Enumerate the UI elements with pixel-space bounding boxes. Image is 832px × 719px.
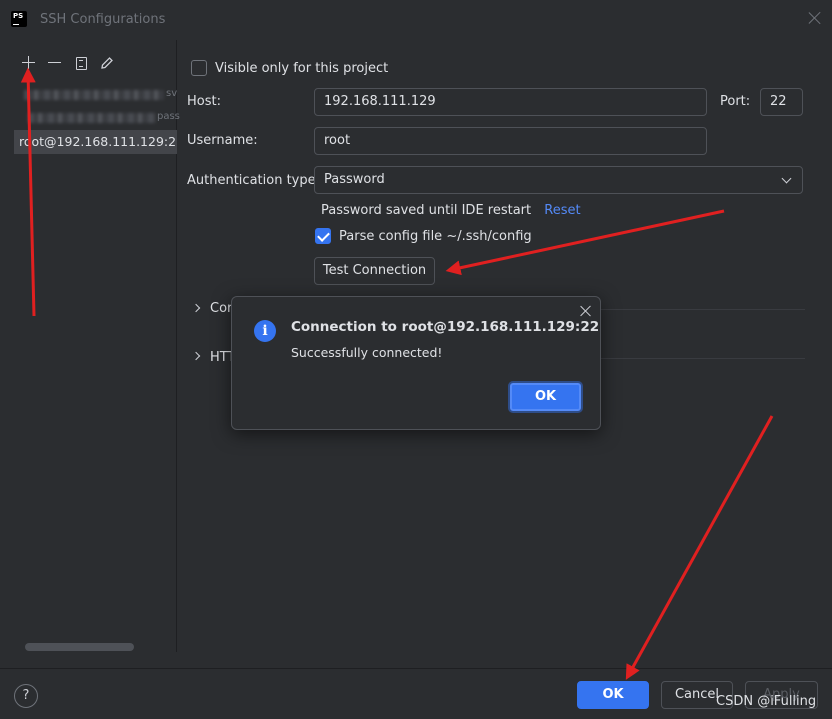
list-item-suffix: sv	[166, 88, 178, 99]
host-input[interactable]: 192.168.111.129	[314, 88, 707, 116]
help-icon[interactable]: ?	[14, 684, 38, 708]
section-separator	[601, 358, 805, 359]
dialog-footer: ? OK Cancel Apply	[0, 668, 832, 719]
chevron-right-icon[interactable]	[191, 351, 201, 361]
port-label: Port:	[720, 94, 751, 109]
blurred-list-item[interactable]	[24, 90, 164, 100]
host-label: Host:	[187, 94, 221, 109]
minus-icon[interactable]	[44, 54, 70, 72]
port-input[interactable]: 22	[760, 88, 803, 116]
username-input[interactable]: root	[314, 127, 707, 155]
window-title: SSH Configurations	[40, 12, 166, 27]
horizontal-scrollbar[interactable]	[25, 643, 134, 651]
list-item-label: root@192.168.111.129:22	[19, 134, 177, 149]
section-separator	[601, 309, 805, 310]
chevron-right-icon[interactable]	[191, 303, 201, 313]
auth-type-select[interactable]: Password	[314, 166, 803, 194]
visible-only-checkbox[interactable]	[191, 60, 207, 76]
password-saved-text: Password saved until IDE restart Reset	[321, 203, 581, 218]
auth-type-label: Authentication type:	[187, 173, 320, 188]
parse-config-label: Parse config file ~/.ssh/config	[339, 229, 532, 244]
blurred-list-item[interactable]	[28, 113, 156, 123]
title-bar: PS SSH Configurations	[0, 0, 832, 40]
parse-config-checkbox[interactable]	[315, 228, 331, 244]
plus-icon[interactable]	[18, 54, 44, 72]
test-connection-button[interactable]: Test Connection	[314, 257, 435, 285]
connection-result-dialog: i Connection to root@192.168.111.129:22 …	[231, 296, 601, 430]
reset-link[interactable]: Reset	[544, 203, 580, 218]
ok-button[interactable]: OK	[577, 681, 649, 709]
info-icon: i	[254, 320, 276, 342]
dialog-ok-button[interactable]: OK	[508, 381, 583, 413]
username-label: Username:	[187, 133, 258, 148]
phpstorm-logo-icon: PS	[11, 11, 27, 27]
ssh-config-list-panel: sv pass root@192.168.111.129:22 p	[0, 40, 180, 652]
visible-only-label: Visible only for this project	[215, 61, 389, 76]
list-toolbar	[18, 54, 122, 72]
dialog-message: Successfully connected!	[291, 345, 443, 360]
pencil-icon[interactable]	[96, 54, 122, 72]
copy-icon[interactable]	[70, 54, 96, 72]
close-icon[interactable]	[808, 11, 822, 25]
section-connection-label[interactable]: Cor	[210, 301, 232, 316]
dialog-title: Connection to root@192.168.111.129:22	[291, 319, 600, 335]
chevron-down-icon	[781, 173, 792, 184]
close-icon[interactable]	[580, 305, 592, 317]
password-saved-message: Password saved until IDE restart	[321, 203, 532, 218]
list-item-selected-host[interactable]: root@192.168.111.129:22 p	[14, 130, 177, 154]
watermark: CSDN @iFulling	[716, 694, 817, 709]
auth-type-value: Password	[324, 172, 385, 187]
